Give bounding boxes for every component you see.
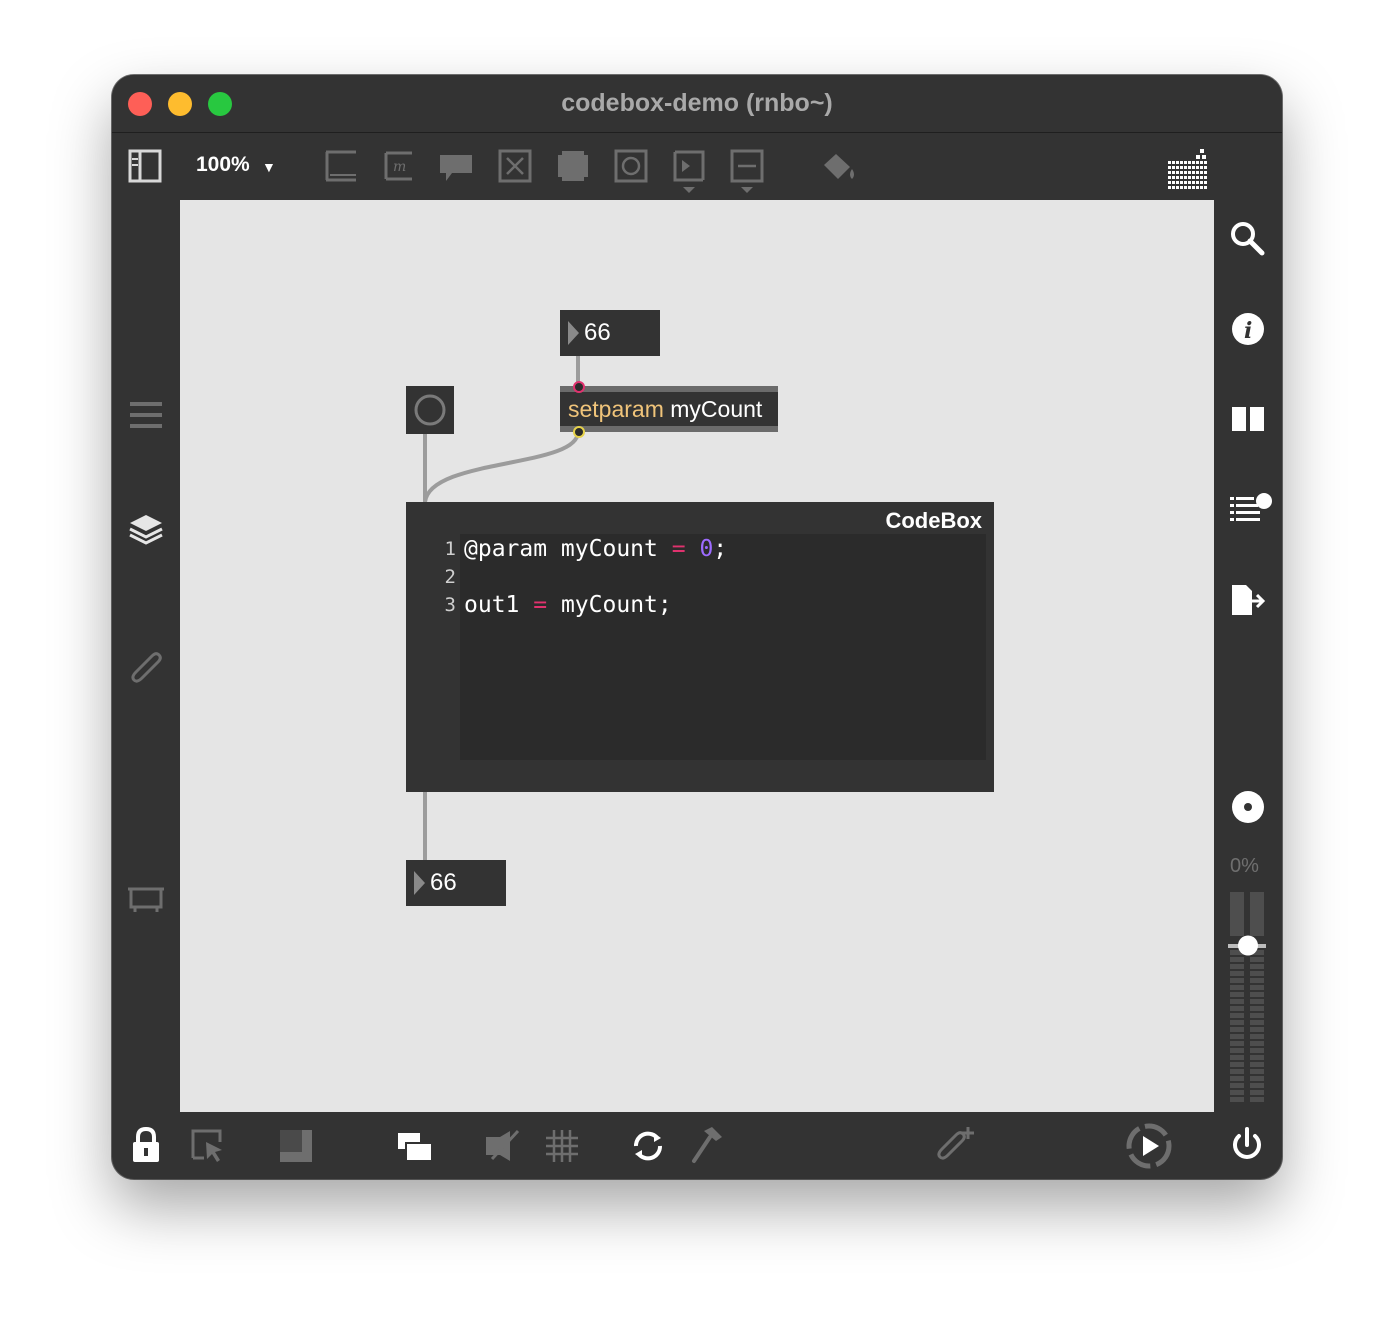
- cpu-usage-label: 0%: [1230, 855, 1259, 877]
- setparam-inlet-bar: [560, 386, 778, 392]
- title-bar: codebox-demo (rnbo~): [112, 75, 1282, 133]
- bang-button[interactable]: [406, 386, 454, 434]
- code-token: out1: [464, 592, 534, 618]
- window-title: codebox-demo (rnbo~): [561, 89, 833, 117]
- line-number: 1: [444, 538, 456, 560]
- setparam-outlet-bar: [560, 426, 778, 432]
- code-token: 0: [699, 536, 714, 562]
- setparam-keyword: setparam: [568, 396, 664, 422]
- debug-hammer-icon[interactable]: [690, 1125, 726, 1165]
- number-value: 66: [584, 319, 611, 346]
- number-triangle-icon: [568, 321, 579, 345]
- bang-circle-icon: [414, 394, 446, 426]
- paperclip-icon[interactable]: [130, 650, 164, 688]
- number-box-bottom[interactable]: 66: [406, 860, 506, 906]
- power-icon[interactable]: [1230, 1127, 1264, 1163]
- line-number: 2: [444, 566, 456, 588]
- search-icon[interactable]: [1228, 219, 1268, 259]
- codebox-object[interactable]: CodeBox 1 @param myCount = 0; 2 3 out1 = myC…: [406, 502, 994, 792]
- code-token: myCount;: [547, 592, 672, 618]
- code-line[interactable]: out1 = myCount;: [464, 592, 672, 618]
- patch-canvas[interactable]: 66 setparam myCount CodeBox 1 @param myCo…: [180, 200, 1214, 1112]
- slider-icon[interactable]: [730, 149, 764, 195]
- lock-icon[interactable]: [132, 1127, 160, 1163]
- setparam-argument: myCount: [670, 396, 763, 422]
- zoom-level[interactable]: 100%: [196, 153, 250, 177]
- split-view-icon[interactable]: [1230, 405, 1266, 433]
- toggle-icon[interactable]: [614, 149, 648, 183]
- number-box-icon[interactable]: [672, 149, 706, 195]
- code-token: =: [533, 592, 548, 618]
- grid-icon[interactable]: [1166, 147, 1210, 193]
- export-icon[interactable]: [1230, 583, 1268, 619]
- panel-icon[interactable]: [556, 149, 590, 183]
- mute-display-icon[interactable]: [484, 1129, 524, 1163]
- svg-text:i: i: [1244, 318, 1252, 344]
- setparam-inlet-icon[interactable]: [572, 380, 586, 394]
- message-box-icon[interactable]: m: [382, 149, 416, 183]
- presentation-mode-icon[interactable]: [278, 1128, 314, 1164]
- list-icon[interactable]: [130, 400, 164, 430]
- select-tool-icon[interactable]: [190, 1128, 226, 1164]
- sidebar-toggle-icon[interactable]: [128, 149, 164, 183]
- number-box-top[interactable]: 66: [560, 310, 660, 356]
- grid-snap-icon[interactable]: [544, 1128, 580, 1164]
- comment-icon[interactable]: [438, 153, 474, 183]
- zoom-dropdown-icon[interactable]: ▼: [262, 159, 276, 175]
- audio-status-icon[interactable]: [1230, 789, 1266, 825]
- add-attachment-icon[interactable]: [936, 1125, 978, 1165]
- svg-text:m: m: [393, 159, 406, 175]
- info-icon[interactable]: i: [1230, 311, 1266, 347]
- number-triangle-icon: [414, 871, 425, 895]
- patcher-window: codebox-demo (rnbo~) 100% ▼ m 66 setpara…: [112, 75, 1282, 1179]
- line-number: 3: [444, 594, 456, 616]
- code-editor[interactable]: [460, 534, 986, 760]
- code-token: ;: [713, 536, 728, 562]
- presentation-icon[interactable]: [128, 883, 164, 913]
- code-token: =: [671, 536, 686, 562]
- transport-play-icon[interactable]: [1124, 1121, 1174, 1171]
- paint-bucket-icon[interactable]: [820, 151, 858, 183]
- code-line[interactable]: @param myCount = 0;: [464, 536, 727, 562]
- object-box-icon[interactable]: [324, 149, 358, 183]
- console-icon[interactable]: [1228, 489, 1274, 529]
- button-x-icon[interactable]: [498, 149, 532, 183]
- setparam-outlet-icon[interactable]: [572, 425, 586, 439]
- layers-icon[interactable]: [128, 513, 164, 547]
- new-view-icon[interactable]: [396, 1131, 434, 1163]
- code-token: @param myCount: [464, 536, 672, 562]
- sync-icon[interactable]: [630, 1128, 666, 1164]
- setparam-object[interactable]: setparam myCount: [560, 386, 778, 432]
- volume-slider[interactable]: [1228, 890, 1268, 1110]
- codebox-title: CodeBox: [885, 508, 982, 533]
- number-value: 66: [430, 869, 457, 896]
